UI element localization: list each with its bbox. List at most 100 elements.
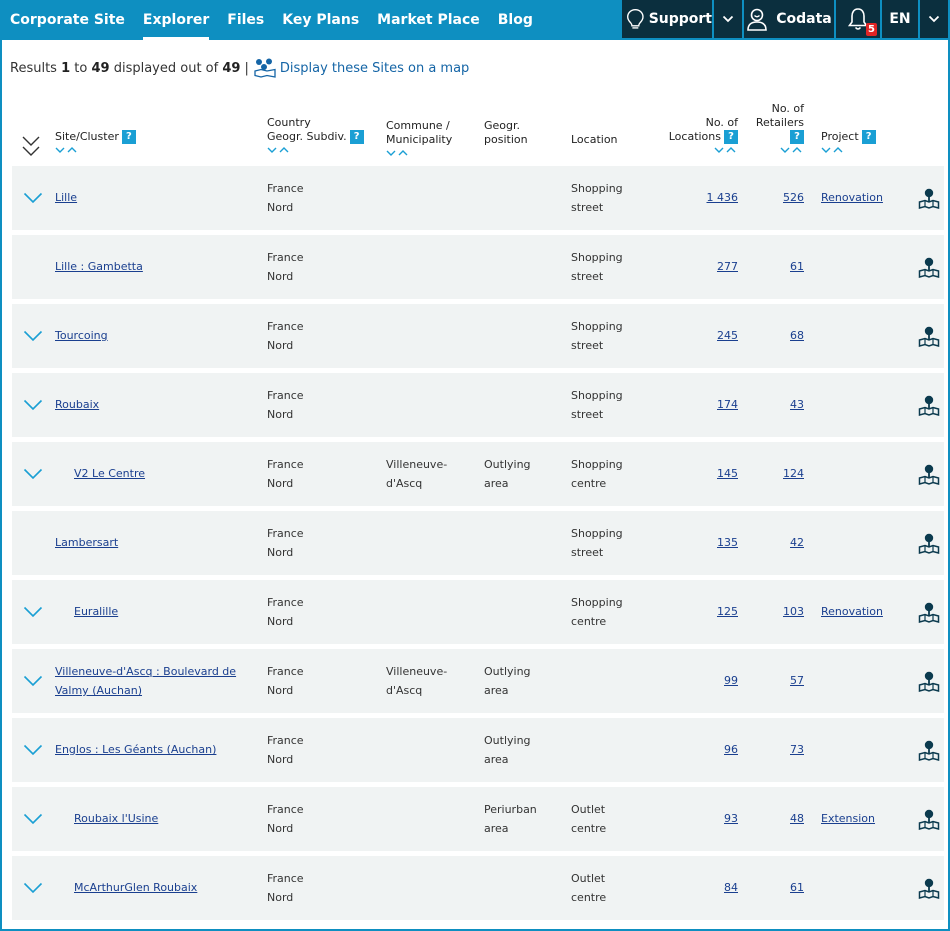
retailers-link[interactable]: 43 — [790, 398, 804, 411]
support-dropdown-button[interactable] — [714, 0, 742, 38]
header-locations-line1: No. of — [705, 116, 738, 129]
table-row: Villeneuve-d'Ascq : Boulevard de Valmy (A… — [12, 649, 944, 713]
country-cell: France Nord — [267, 455, 304, 493]
geogr-position-cell-line: Outlying — [484, 458, 531, 471]
project-link[interactable]: Renovation — [821, 191, 883, 204]
locations-cell: 1 436 — [662, 188, 739, 207]
map-pin-icon[interactable] — [918, 463, 940, 485]
notifications-button[interactable]: 5 — [836, 0, 880, 38]
expand-row-icon[interactable] — [23, 192, 43, 204]
locations-link[interactable]: 99 — [724, 674, 738, 687]
locations-link[interactable]: 245 — [717, 329, 738, 342]
expand-row-icon[interactable] — [23, 330, 43, 342]
language-selector[interactable]: EN — [882, 0, 918, 38]
map-pin-icon[interactable] — [918, 739, 940, 761]
map-pin-icon[interactable] — [918, 256, 940, 278]
top-navigation: Corporate Site Explorer Files Key Plans Mark… — [2, 0, 948, 40]
site-link[interactable]: Euralille — [74, 602, 118, 621]
sort-icon[interactable] — [714, 146, 738, 154]
header-country-line2: Geogr. Subdiv. — [267, 130, 347, 143]
user-menu-button[interactable]: Codata — [744, 0, 834, 38]
retailers-link[interactable]: 61 — [790, 881, 804, 894]
expand-row-icon[interactable] — [23, 882, 43, 894]
expand-row-icon[interactable] — [23, 399, 43, 411]
map-pin-icon[interactable] — [918, 877, 940, 899]
retailers-link[interactable]: 124 — [783, 467, 804, 480]
site-link[interactable]: Roubaix — [55, 395, 99, 414]
header-country: Country Geogr. Subdiv.? — [267, 116, 364, 154]
location-cell-line: Outlet — [571, 872, 606, 885]
table-row: Roubaix l'Usine France Nord Periurban area Ou… — [12, 787, 944, 851]
sort-icon[interactable] — [267, 146, 291, 154]
site-cell: Roubaix l'Usine — [74, 809, 158, 828]
help-icon[interactable]: ? — [861, 130, 876, 144]
map-pin-icon[interactable] — [918, 601, 940, 623]
results-separator: | — [244, 60, 249, 76]
expand-row-icon[interactable] — [23, 813, 43, 825]
help-icon[interactable]: ? — [349, 130, 364, 144]
language-dropdown-button[interactable] — [920, 0, 948, 38]
locations-link[interactable]: 93 — [724, 812, 738, 825]
retailers-link[interactable]: 103 — [783, 605, 804, 618]
expand-all-icon[interactable] — [21, 134, 41, 158]
nav-item-explorer[interactable]: Explorer — [134, 0, 218, 40]
site-link[interactable]: Valmy (Auchan) — [55, 681, 236, 700]
site-link[interactable]: McArthurGlen Roubaix — [74, 878, 197, 897]
help-icon[interactable]: ? — [724, 130, 738, 144]
map-pin-icon[interactable] — [918, 325, 940, 347]
locations-link[interactable]: 1 436 — [707, 191, 739, 204]
expand-row-icon[interactable] — [23, 744, 43, 756]
map-pin-icon[interactable] — [918, 187, 940, 209]
sort-icon[interactable] — [780, 146, 804, 154]
sort-icon[interactable] — [821, 146, 845, 154]
site-link[interactable]: Tourcoing — [55, 326, 108, 345]
site-link[interactable]: Lambersart — [55, 533, 118, 552]
location-cell-line: Outlet — [571, 803, 606, 816]
results-total: 49 — [222, 60, 241, 76]
site-link[interactable]: Villeneuve-d'Ascq : Boulevard de — [55, 662, 236, 681]
help-icon[interactable]: ? — [121, 130, 136, 144]
display-on-map-link[interactable]: Display these Sites on a map — [253, 58, 469, 78]
project-link[interactable]: Extension — [821, 812, 875, 825]
country-text: France — [267, 872, 304, 885]
nav-item-files[interactable]: Files — [218, 0, 273, 40]
site-link[interactable]: Lille — [55, 188, 77, 207]
locations-link[interactable]: 125 — [717, 605, 738, 618]
retailers-link[interactable]: 68 — [790, 329, 804, 342]
nav-right: Support Codata 5 EN — [622, 0, 948, 38]
geogr-position-cell-line: Outlying — [484, 665, 531, 678]
locations-link[interactable]: 84 — [724, 881, 738, 894]
nav-item-key-plans[interactable]: Key Plans — [273, 0, 368, 40]
retailers-link[interactable]: 42 — [790, 536, 804, 549]
map-pin-icon[interactable] — [918, 808, 940, 830]
retailers-link[interactable]: 526 — [783, 191, 804, 204]
map-pin-icon[interactable] — [918, 394, 940, 416]
nav-item-market-place[interactable]: Market Place — [368, 0, 489, 40]
locations-link[interactable]: 277 — [717, 260, 738, 273]
expand-row-icon[interactable] — [23, 606, 43, 618]
support-button[interactable]: Support — [622, 0, 712, 38]
site-link[interactable]: Englos : Les Géants (Auchan) — [55, 740, 216, 759]
site-link[interactable]: Lille : Gambetta — [55, 257, 143, 276]
help-icon[interactable]: ? — [790, 130, 804, 144]
country-text: France — [267, 320, 304, 333]
retailers-link[interactable]: 73 — [790, 743, 804, 756]
locations-link[interactable]: 174 — [717, 398, 738, 411]
locations-link[interactable]: 135 — [717, 536, 738, 549]
retailers-link[interactable]: 61 — [790, 260, 804, 273]
nav-item-corporate-site[interactable]: Corporate Site — [2, 0, 134, 40]
map-pin-icon[interactable] — [918, 670, 940, 692]
sort-icon[interactable] — [386, 149, 410, 157]
map-pin-icon[interactable] — [918, 532, 940, 554]
project-link[interactable]: Renovation — [821, 605, 883, 618]
expand-row-icon[interactable] — [23, 468, 43, 480]
sort-icon[interactable] — [55, 146, 79, 154]
nav-item-blog[interactable]: Blog — [489, 0, 542, 40]
retailers-link[interactable]: 57 — [790, 674, 804, 687]
expand-row-icon[interactable] — [23, 675, 43, 687]
retailers-link[interactable]: 48 — [790, 812, 804, 825]
site-link[interactable]: Roubaix l'Usine — [74, 809, 158, 828]
locations-link[interactable]: 96 — [724, 743, 738, 756]
locations-link[interactable]: 145 — [717, 467, 738, 480]
site-link[interactable]: V2 Le Centre — [74, 464, 145, 483]
